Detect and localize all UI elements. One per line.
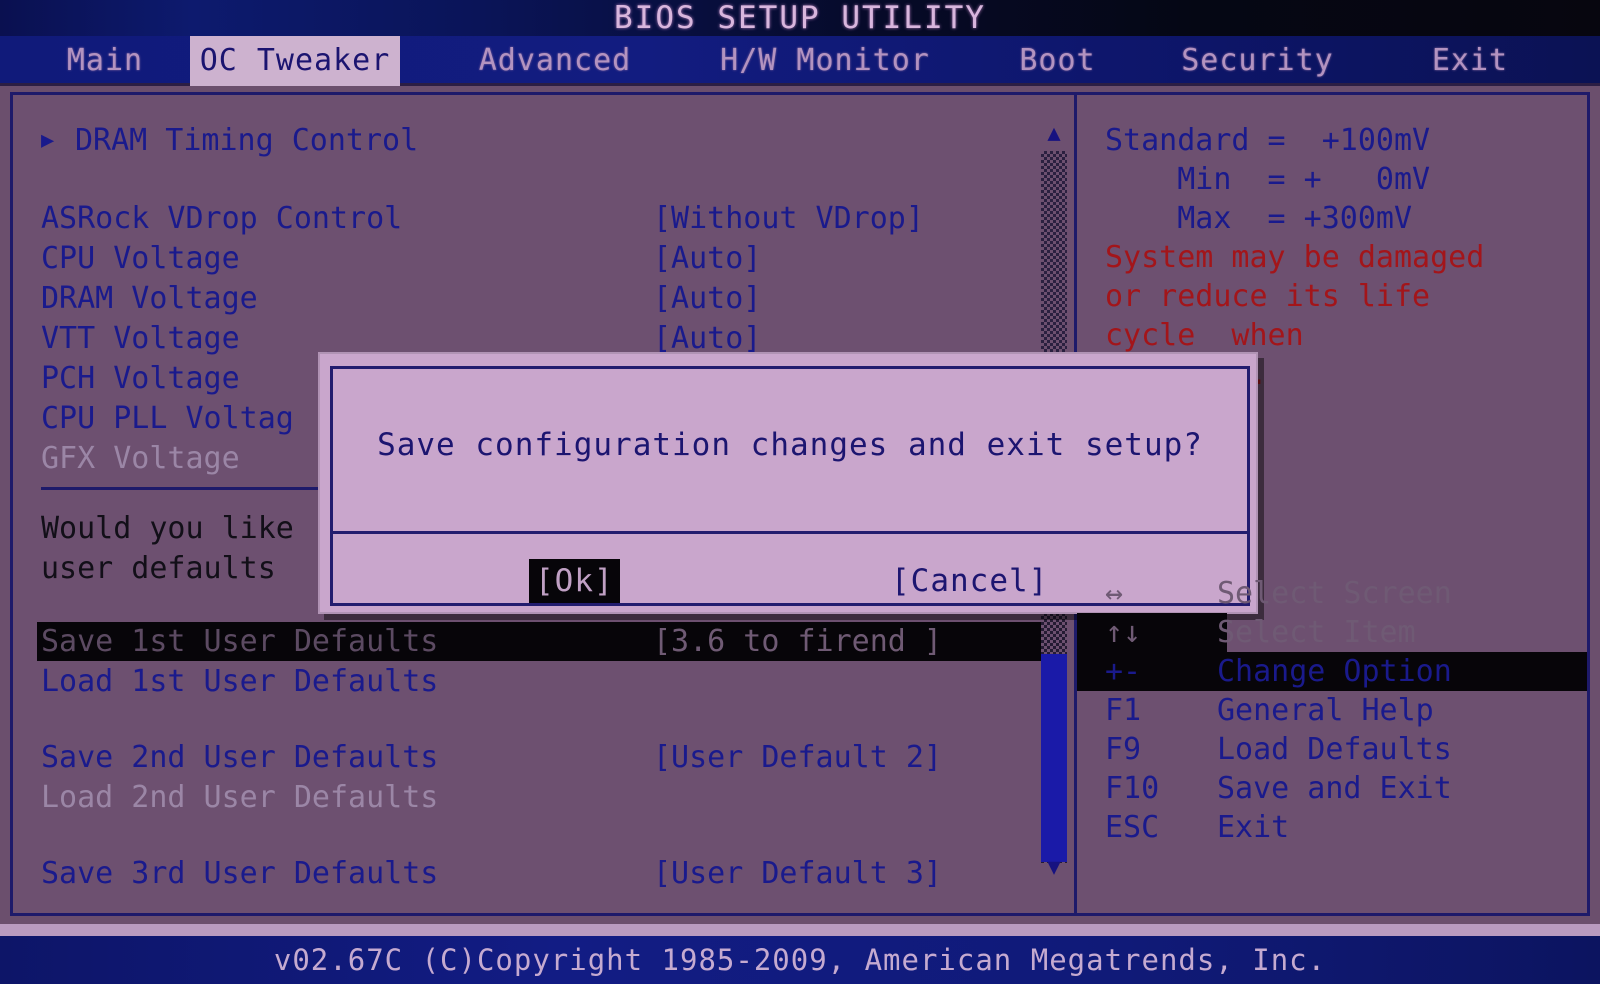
option-label: PCH Voltage xyxy=(41,361,240,396)
option-label: CPU Voltage xyxy=(41,241,240,276)
help-text-line: Standard = +100mV xyxy=(1105,123,1431,158)
scroll-up-arrow-icon[interactable]: ▲ xyxy=(1039,121,1069,147)
dialog-inner-frame: Save configuration changes and exit setu… xyxy=(330,366,1250,606)
option-save-3rd-user-defaults[interactable]: Save 3rd User Defaults [User Default 3] xyxy=(13,854,1023,893)
help-key-desc: Select Screen xyxy=(1217,576,1452,611)
option-value: [User Default 3] xyxy=(653,856,942,891)
menu-tab-advanced[interactable]: Advanced xyxy=(455,36,655,86)
menu-tab-exit[interactable]: Exit xyxy=(1395,36,1545,86)
help-key-name: ↔ xyxy=(1105,576,1124,611)
scrollbar-thumb-upper[interactable] xyxy=(1041,151,1067,361)
option-label: Save 1st User Defaults xyxy=(41,624,439,659)
option-label: user defaults xyxy=(41,551,276,586)
option-save-1st-user-defaults[interactable]: Save 1st User Defaults [3.6 to firend ] xyxy=(37,622,1047,661)
option-label: DRAM Voltage xyxy=(41,281,258,316)
option-value: [3.6 to firend ] xyxy=(653,624,942,659)
help-text-line: Min = + 0mV xyxy=(1105,162,1431,197)
ok-button[interactable]: [Ok] xyxy=(529,559,620,603)
help-key-desc: Select Item xyxy=(1217,615,1416,650)
option-asrock-vdrop-control[interactable]: ASRock VDrop Control [Without VDrop] xyxy=(13,199,1023,238)
submenu-dram-timing-control[interactable]: DRAM Timing Control ▶ xyxy=(13,121,1023,160)
option-label: GFX Voltage xyxy=(41,441,240,476)
option-label: ASRock VDrop Control xyxy=(41,201,403,236)
menu-bar: Main OC Tweaker Advanced H/W Monitor Boot Sec… xyxy=(0,36,1600,86)
option-cpu-voltage[interactable]: CPU Voltage [Auto] xyxy=(13,239,1023,278)
scrollbar-thumb-lower[interactable] xyxy=(1041,654,1067,862)
help-key-name: F1 xyxy=(1105,693,1142,728)
option-value: [Auto] xyxy=(653,241,762,276)
menu-tab-security[interactable]: Security xyxy=(1150,36,1365,86)
option-label: DRAM Timing Control xyxy=(75,123,419,158)
help-text-line: or reduce its life xyxy=(1105,279,1431,314)
scroll-down-arrow-icon[interactable]: ▼ xyxy=(1039,855,1069,881)
help-key-desc: Exit xyxy=(1217,810,1290,845)
help-key-name: F10 xyxy=(1105,771,1160,806)
menu-tab-main[interactable]: Main xyxy=(20,36,190,86)
footer-strip xyxy=(0,924,1600,936)
menu-tab-boot[interactable]: Boot xyxy=(995,36,1120,86)
title-bar: BIOS SETUP UTILITY xyxy=(0,0,1600,36)
option-value: [Without VDrop] xyxy=(653,201,924,236)
help-text-line: cycle when xyxy=(1105,318,1304,353)
help-key-name: F9 xyxy=(1105,732,1142,767)
option-load-1st-user-defaults[interactable]: Load 1st User Defaults xyxy=(13,662,1023,701)
help-key-desc: Save and Exit xyxy=(1217,771,1452,806)
option-label: CPU PLL Voltag xyxy=(41,401,294,436)
help-text-line: System may be damaged xyxy=(1105,240,1485,275)
menu-tab-h-w-monitor[interactable]: H/W Monitor xyxy=(695,36,955,86)
right-triangle-icon: ▶ xyxy=(41,128,55,153)
help-key-name: ESC xyxy=(1105,810,1160,845)
option-value: [User Default 2] xyxy=(653,740,942,775)
list-separator xyxy=(41,487,331,490)
bios-screen: BIOS SETUP UTILITY Main OC Tweaker Advance… xyxy=(0,0,1600,984)
option-label: Load 2nd User Defaults xyxy=(41,780,439,815)
help-key-name: ↑↓ xyxy=(1105,615,1142,650)
option-dram-voltage[interactable]: DRAM Voltage [Auto] xyxy=(13,279,1023,318)
menu-tab-oc-tweaker[interactable]: OC Tweaker xyxy=(190,36,400,86)
option-label: Load 1st User Defaults xyxy=(41,664,439,699)
footer-copyright: v02.67C (C)Copyright 1985-2009, American… xyxy=(0,936,1600,984)
help-key-name: +- xyxy=(1105,654,1142,689)
dialog-divider xyxy=(333,531,1247,534)
help-text-line: Max = +300mV xyxy=(1105,201,1413,236)
dialog-message: Save configuration changes and exit setu… xyxy=(377,427,1203,463)
option-save-2nd-user-defaults[interactable]: Save 2nd User Defaults [User Default 2] xyxy=(13,738,1023,777)
help-key-desc: Change Option xyxy=(1217,654,1452,689)
option-value: [Auto] xyxy=(653,281,762,316)
option-load-2nd-user-defaults[interactable]: Load 2nd User Defaults xyxy=(13,778,1023,817)
option-label: Save 2nd User Defaults xyxy=(41,740,439,775)
option-label: Would you like xyxy=(41,511,294,546)
cancel-button[interactable]: [Cancel] xyxy=(885,559,1054,603)
help-key-desc: Load Defaults xyxy=(1217,732,1452,767)
page-title: BIOS SETUP UTILITY xyxy=(614,0,986,36)
help-key-desc: General Help xyxy=(1217,693,1434,728)
option-label: VTT Voltage xyxy=(41,321,240,356)
option-label: Save 3rd User Defaults xyxy=(41,856,439,891)
